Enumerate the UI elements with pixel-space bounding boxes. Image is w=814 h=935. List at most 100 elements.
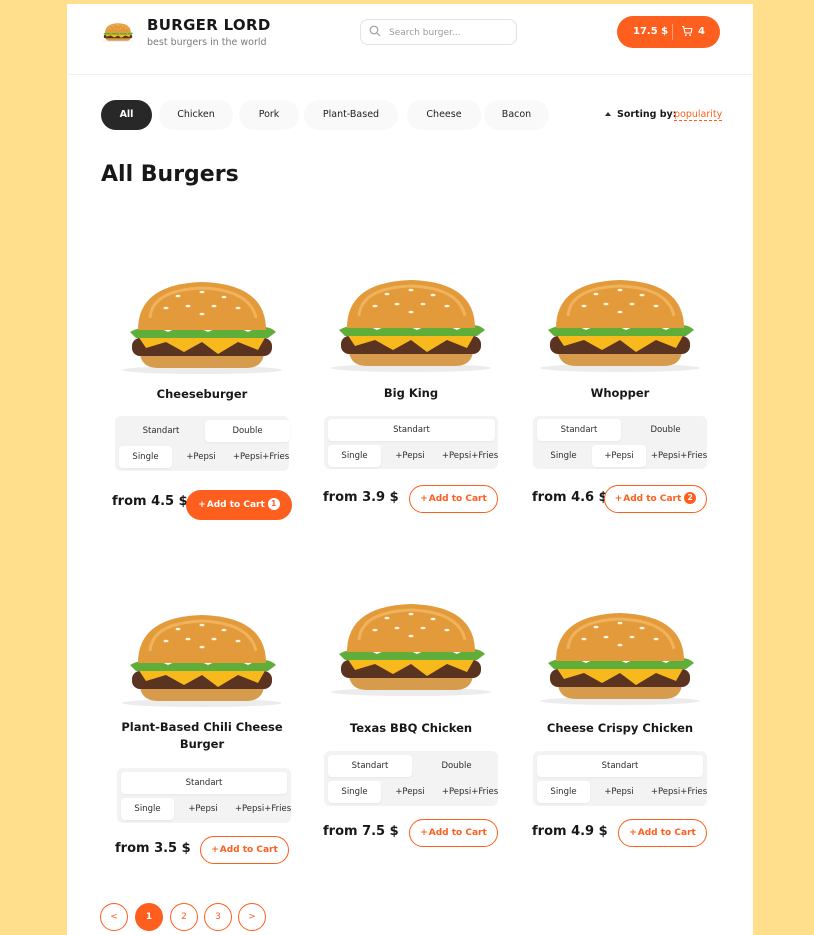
extra-option[interactable]: Single (537, 445, 590, 467)
size-options: Standart (121, 772, 287, 794)
burger-image (536, 268, 704, 378)
size-option[interactable]: Standart (537, 419, 621, 441)
plus-icon: + (211, 845, 219, 855)
product-price: from 3.5 $ (115, 841, 191, 856)
extra-option[interactable]: +Pepsi (592, 445, 646, 467)
product-title: Texas BBQ Chicken (349, 721, 473, 735)
product-price: from 4.6 $ (532, 490, 608, 505)
add-to-cart-button[interactable]: +Add to Cart (618, 819, 707, 847)
sort-value[interactable]: popularity (674, 109, 723, 121)
page-button-2[interactable]: 2 (170, 903, 198, 931)
extra-option[interactable]: +Pepsi+Fries (647, 445, 711, 467)
page-title: All Burgers (101, 162, 239, 187)
extra-option[interactable]: +Pepsi+Fries (229, 446, 293, 468)
cart-quantity-badge: 2 (684, 492, 697, 504)
add-to-cart-button[interactable]: +Add to Cart 2 (604, 485, 707, 513)
category-bacon[interactable]: Bacon (484, 100, 549, 130)
burger-image (536, 601, 704, 711)
extra-option[interactable]: +Pepsi+Fries (438, 445, 502, 467)
add-to-cart-button[interactable]: +Add to Cart (409, 819, 498, 847)
size-option[interactable]: Standart (328, 755, 412, 777)
extra-option[interactable]: +Pepsi+Fries (647, 781, 711, 803)
add-to-cart-label: Add to Cart (219, 845, 278, 855)
extra-options: Single +Pepsi +Pepsi+Fries (328, 445, 498, 467)
burger-image (118, 603, 286, 713)
extra-options: Single +Pepsi +Pepsi+Fries (328, 781, 498, 803)
category-cheese[interactable]: Cheese (407, 100, 481, 130)
product-title: Cheeseburger (156, 387, 248, 401)
size-option[interactable]: Standart (119, 420, 203, 442)
extra-option[interactable]: Single (119, 446, 172, 468)
plus-icon: + (420, 828, 428, 838)
size-option[interactable]: Double (205, 420, 290, 442)
page-container: BURGER LORD best burgers in the world 17… (67, 4, 753, 935)
add-to-cart-label: Add to Cart (428, 494, 487, 504)
size-options: Standart (328, 419, 495, 441)
plus-icon: + (614, 494, 623, 504)
category-chicken[interactable]: Chicken (159, 100, 233, 130)
category-pork[interactable]: Pork (239, 100, 299, 130)
extra-option[interactable]: +Pepsi+Fries (438, 781, 502, 803)
size-options: Standart Double (119, 420, 290, 442)
cart-count: 4 (698, 26, 705, 37)
category-all[interactable]: All (101, 100, 152, 130)
cart-divider (672, 24, 673, 40)
search-input[interactable] (387, 23, 511, 43)
extra-option[interactable]: +Pepsi (592, 781, 646, 803)
extra-options: Single +Pepsi +Pepsi+Fries (119, 446, 289, 468)
product-title: Big King (383, 386, 439, 400)
search-box (360, 19, 517, 45)
sort-label: Sorting by: (617, 109, 677, 120)
add-to-cart-label: Add to Cart (637, 828, 696, 838)
extra-option[interactable]: +Pepsi (174, 446, 228, 468)
extra-options: Single +Pepsi +Pepsi+Fries (121, 798, 291, 820)
extra-option[interactable]: +Pepsi+Fries (231, 798, 295, 820)
cart-quantity-badge: 1 (267, 498, 280, 510)
category-plant-based[interactable]: Plant-Based (304, 100, 398, 130)
cart-button[interactable]: 17.5 $ 4 (617, 16, 720, 48)
sort-arrow-icon (605, 112, 611, 116)
add-to-cart-button[interactable]: +Add to Cart (200, 836, 289, 864)
page-button-1[interactable]: 1 (135, 903, 163, 931)
add-to-cart-label: Add to Cart (623, 494, 682, 504)
burger-image (118, 270, 286, 380)
plus-icon: + (420, 494, 428, 504)
extra-option[interactable]: Single (537, 781, 590, 803)
product-title: Plant-Based Chili Cheese Burger (121, 720, 283, 751)
size-option[interactable]: Standart (328, 419, 495, 441)
extra-option[interactable]: +Pepsi (383, 445, 437, 467)
extra-option[interactable]: Single (328, 445, 381, 467)
product-options: Standart Single +Pepsi +Pepsi+Fries (533, 751, 707, 806)
brand[interactable]: BURGER LORD best burgers in the world (147, 16, 271, 48)
product-title: Cheese Crispy Chicken (546, 721, 694, 735)
extra-option[interactable]: Single (121, 798, 174, 820)
product-options: Standart Single +Pepsi +Pepsi+Fries (324, 416, 498, 469)
add-to-cart-button[interactable]: +Add to Cart 1 (186, 490, 292, 520)
size-option[interactable]: Standart (537, 755, 703, 777)
product-options: Standart Double Single +Pepsi +Pepsi+Fri… (324, 751, 498, 806)
brand-title: BURGER LORD (147, 16, 271, 34)
header: BURGER LORD best burgers in the world 17… (67, 4, 753, 75)
size-options: Standart Double (328, 755, 494, 777)
next-page-button[interactable]: > (238, 903, 266, 931)
size-option[interactable]: Standart (121, 772, 287, 794)
product-title: Whopper (590, 386, 650, 400)
cart-total: 17.5 $ (633, 26, 669, 37)
cart-icon (682, 25, 693, 37)
size-option[interactable]: Double (414, 755, 499, 777)
add-to-cart-label: Add to Cart (206, 500, 265, 510)
burger-image (327, 268, 495, 378)
prev-page-button[interactable]: < (100, 903, 128, 931)
extra-option[interactable]: +Pepsi (383, 781, 437, 803)
extra-options: Single +Pepsi +Pepsi+Fries (537, 781, 707, 803)
burger-logo-icon[interactable] (101, 15, 135, 49)
product-price: from 4.9 $ (532, 824, 608, 839)
plus-icon: + (629, 828, 637, 838)
page-button-3[interactable]: 3 (204, 903, 232, 931)
burger-image (327, 591, 495, 703)
size-option[interactable]: Double (623, 419, 708, 441)
size-options: Standart Double (537, 419, 703, 441)
add-to-cart-button[interactable]: +Add to Cart (409, 485, 498, 513)
extra-option[interactable]: Single (328, 781, 381, 803)
extra-option[interactable]: +Pepsi (176, 798, 230, 820)
